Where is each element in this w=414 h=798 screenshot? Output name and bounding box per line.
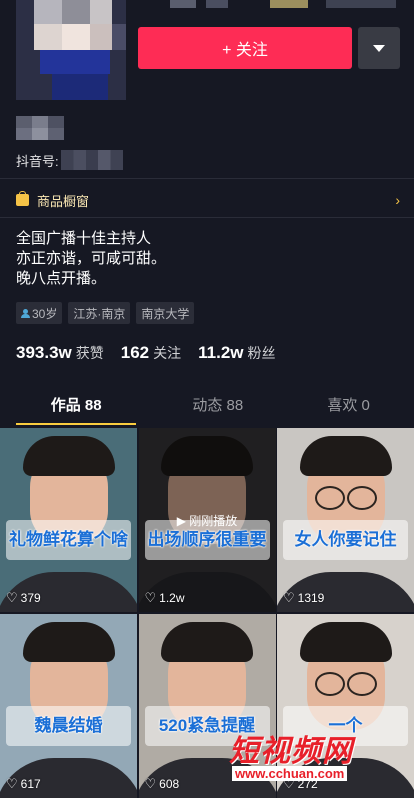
shopping-bag-icon — [16, 191, 29, 206]
like-count-value: 608 — [159, 776, 180, 791]
glasses — [311, 486, 381, 510]
location-tag: 江苏·南京 — [68, 302, 131, 324]
tab-works[interactable]: 作品 88 — [16, 389, 137, 425]
heart-icon: ♡ — [6, 590, 18, 605]
video-thumbnail[interactable]: 出场顺序很重要 ▶ 刚刚播放 ♡ 1.2w — [138, 428, 276, 612]
divider — [0, 178, 414, 179]
tab-moments[interactable]: 动态 88 — [152, 389, 283, 425]
video-like-count: ♡ 617 — [6, 776, 41, 792]
tab-likes[interactable]: 喜欢 0 — [283, 389, 414, 425]
following-count: 162 — [120, 343, 150, 362]
product-showcase-link[interactable]: 商品橱窗 › — [16, 190, 400, 210]
bio: 全国广播十佳主持人 亦正亦谐，可咸可甜。 晚八点开播。 — [16, 229, 166, 289]
video-thumbnail[interactable]: 魏晨结婚 ♡ 617 — [0, 613, 137, 798]
likes-stat[interactable]: 393.3w 获赞 — [16, 343, 104, 363]
avatar[interactable] — [16, 0, 126, 100]
likes-label: 获赞 — [75, 345, 104, 361]
douyin-id-row: 抖音号: — [16, 150, 123, 170]
followers-stat[interactable]: 11.2w 粉丝 — [198, 343, 275, 363]
caret-down-icon — [373, 44, 385, 52]
age-tag: 30岁 — [16, 302, 63, 324]
recently-played-label: ▶ 刚刚播放 — [176, 514, 238, 528]
following-stat[interactable]: 162 关注 — [121, 343, 181, 363]
following-label: 关注 — [153, 345, 182, 361]
video-thumbnail[interactable]: 礼物鲜花算个啥 ♡ 379 — [0, 428, 137, 612]
username-blurred — [16, 116, 64, 140]
followers-count: 11.2w — [198, 343, 244, 362]
douyin-id-label: 抖音号: — [16, 153, 59, 169]
person-icon — [21, 308, 30, 318]
more-options-button[interactable] — [358, 27, 400, 69]
location-tag-label: 江苏·南京 — [73, 306, 126, 321]
person-hair — [299, 621, 392, 662]
video-like-count: ♡ 1319 — [283, 590, 324, 606]
person-hair — [299, 436, 392, 476]
bio-line: 全国广播十佳主持人 — [16, 230, 152, 247]
heart-icon: ♡ — [144, 590, 157, 605]
person-hair — [22, 436, 115, 476]
bio-line: 晚八点开播。 — [16, 270, 107, 287]
person-hair — [22, 621, 115, 662]
watermark-logo: 短视频网 — [229, 735, 353, 768]
like-count-value: 1319 — [297, 591, 325, 605]
video-thumbnail[interactable]: 女人你要记住 ♡ 1319 — [277, 428, 414, 612]
school-tag-label: 南京大学 — [141, 306, 190, 321]
video-like-count: ♡ 379 — [6, 590, 41, 606]
video-caption: 礼物鲜花算个啥 — [6, 520, 131, 560]
top-badges — [170, 0, 400, 8]
glasses — [311, 671, 381, 696]
bio-line: 亦正亦谐，可咸可甜。 — [16, 250, 167, 267]
followers-label: 粉丝 — [247, 345, 276, 361]
likes-count: 393.3w — [16, 343, 72, 362]
like-count-value: 379 — [20, 591, 41, 605]
person-hair — [161, 621, 253, 662]
video-like-count: ♡ 608 — [145, 776, 180, 792]
profile-tabs: 作品 88 动态 88 喜欢 0 — [0, 389, 414, 425]
watermark-url: www.cchuan.com — [232, 766, 348, 781]
like-count-value: 617 — [20, 776, 41, 791]
profile-tags: 30岁 江苏·南京 南京大学 — [16, 302, 195, 324]
divider — [0, 217, 414, 218]
school-tag: 南京大学 — [136, 302, 195, 324]
follow-button-label: + 关注 — [222, 42, 268, 59]
heart-icon: ♡ — [6, 775, 18, 791]
heart-icon: ♡ — [283, 590, 295, 605]
like-count-value: 1.2w — [159, 591, 185, 605]
chevron-right-icon: › — [395, 192, 400, 208]
profile-stats: 393.3w 获赞 162 关注 11.2w 粉丝 — [16, 343, 293, 363]
age-tag-label: 30岁 — [32, 306, 58, 321]
follow-button[interactable]: + 关注 — [138, 27, 352, 69]
heart-icon: ♡ — [144, 775, 157, 791]
video-caption: 魏晨结婚 — [6, 705, 131, 746]
video-like-count: ♡ 1.2w — [145, 590, 185, 606]
video-caption: 女人你要记住 — [283, 520, 408, 560]
product-showcase-label: 商品橱窗 — [37, 193, 90, 209]
douyin-id-blurred — [60, 150, 123, 170]
